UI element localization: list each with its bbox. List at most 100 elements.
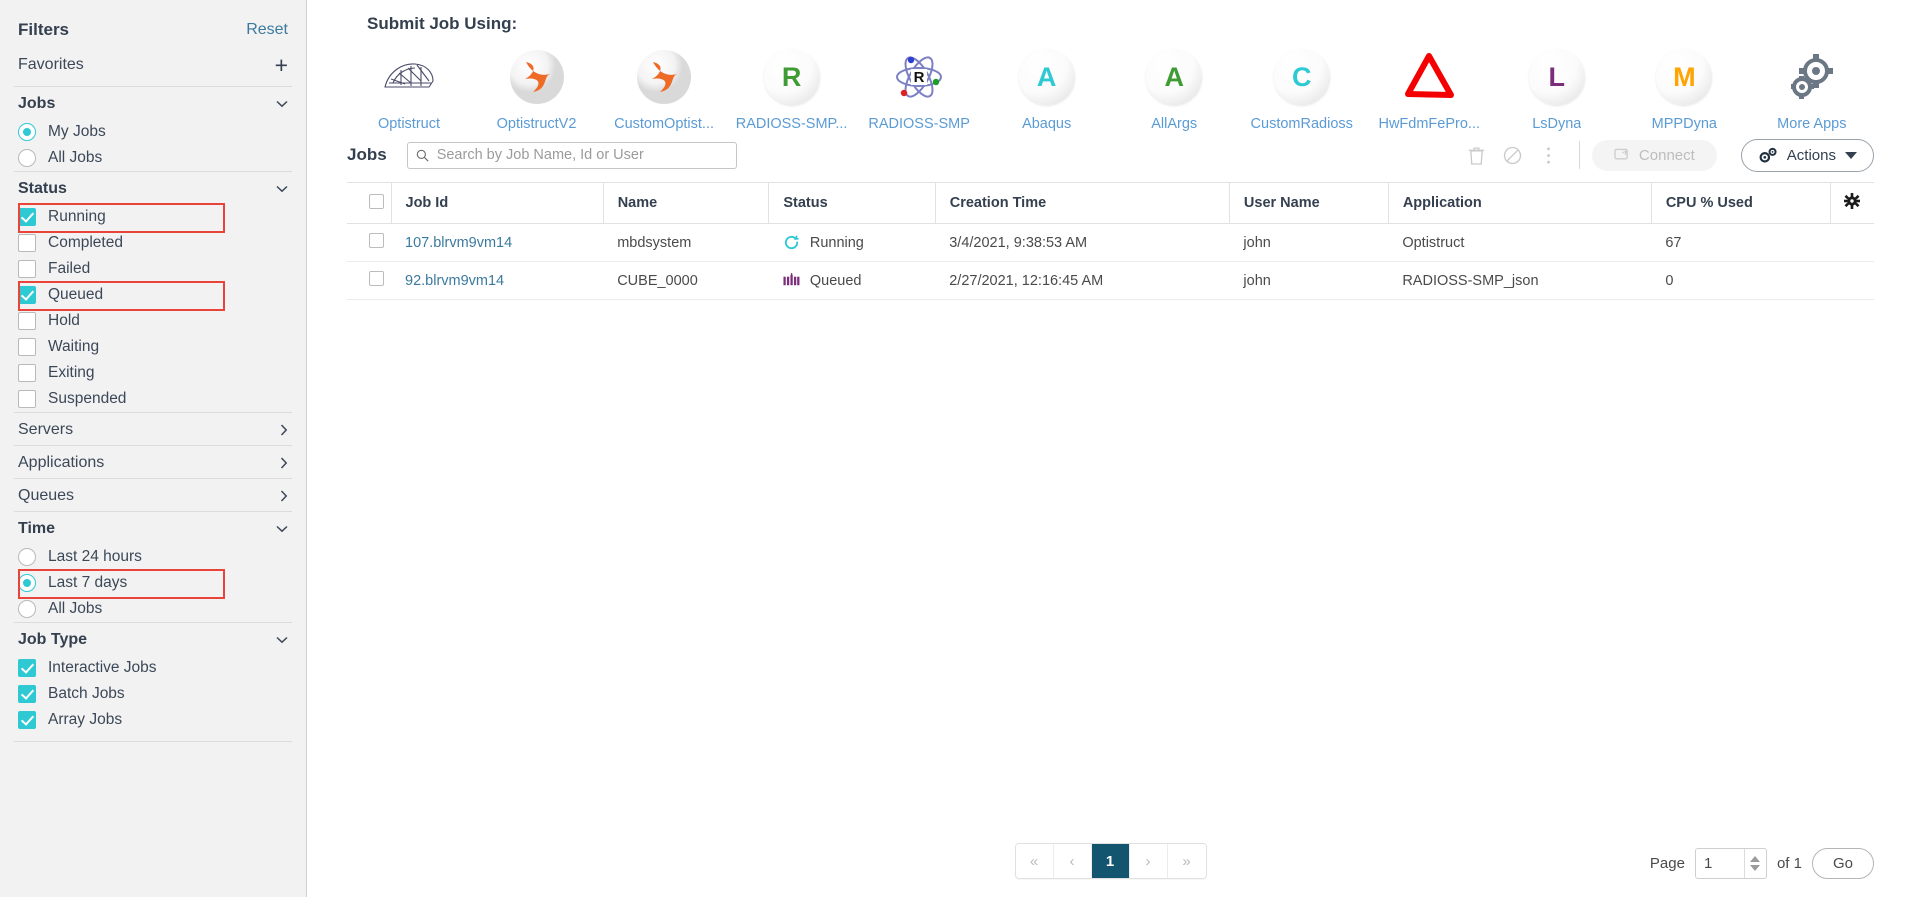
- column-header-jobid[interactable]: Job Id: [390, 182, 604, 224]
- column-header-creationtime[interactable]: Creation Time: [934, 182, 1230, 224]
- chevron-right-icon[interactable]: [280, 457, 288, 469]
- ban-icon[interactable]: [1495, 138, 1531, 172]
- connect-button[interactable]: Connect: [1591, 139, 1717, 171]
- filter-option-all-jobs[interactable]: All Jobs: [14, 145, 292, 171]
- app-tile-radiosssmp[interactable]: R RADIOSS-SMP: [857, 48, 981, 132]
- section-header-time[interactable]: Time: [14, 512, 292, 544]
- column-header-status[interactable]: Status: [768, 182, 936, 224]
- column-header-cpuused[interactable]: CPU % Used: [1650, 182, 1830, 224]
- app-tile-allargs[interactable]: A AllArgs: [1112, 48, 1236, 132]
- filter-option-queued[interactable]: Queued: [14, 281, 292, 311]
- chevron-right-icon[interactable]: [280, 490, 288, 502]
- filter-option-all-jobs[interactable]: All Jobs: [14, 596, 292, 622]
- page-number-stepper[interactable]: [1694, 848, 1767, 879]
- checkbox-unchecked-icon[interactable]: [18, 260, 36, 278]
- mesh-structure-icon: [384, 63, 434, 88]
- search-box[interactable]: [406, 141, 737, 169]
- row-checkbox[interactable]: [369, 233, 384, 248]
- go-button[interactable]: Go: [1811, 848, 1874, 879]
- section-header-job-type[interactable]: Job Type: [14, 623, 292, 655]
- filter-option-batch-jobs[interactable]: Batch Jobs: [14, 681, 292, 707]
- filter-option-hold[interactable]: Hold: [14, 308, 292, 334]
- app-tile-radiosssmp[interactable]: R RADIOSS-SMP...: [730, 48, 854, 132]
- page-label: Page: [1649, 855, 1685, 872]
- checkbox-unchecked-icon[interactable]: [18, 312, 36, 330]
- spinner-up-icon[interactable]: [1750, 856, 1761, 862]
- app-tile-optistructv2[interactable]: OptistructV2: [475, 48, 599, 132]
- filter-option-running[interactable]: Running: [14, 203, 292, 233]
- radio-selected-icon[interactable]: [18, 574, 36, 592]
- job-id-link[interactable]: 92.blrvm9vm14: [405, 273, 504, 289]
- filter-option-array-jobs[interactable]: Array Jobs: [14, 707, 292, 733]
- filter-option-last-7-days[interactable]: Last 7 days: [14, 569, 292, 599]
- chevron-right-icon[interactable]: [280, 424, 288, 436]
- radio-unselected-icon[interactable]: [18, 149, 36, 167]
- app-tile-lsdyna[interactable]: L LsDyna: [1495, 48, 1619, 132]
- filter-option-waiting[interactable]: Waiting: [14, 334, 292, 360]
- pagination-first[interactable]: «: [1015, 844, 1054, 878]
- app-tile-abaqus[interactable]: A Abaqus: [985, 48, 1109, 132]
- app-tile-customradioss[interactable]: C CustomRadioss: [1240, 48, 1364, 132]
- section-header-servers[interactable]: Servers: [14, 413, 292, 445]
- checkbox-checked-icon[interactable]: [18, 685, 36, 703]
- section-header-queues[interactable]: Queues: [14, 479, 292, 511]
- filter-option-suspended[interactable]: Suspended: [14, 386, 292, 412]
- app-tile-mppdyna[interactable]: M MPPDyna: [1622, 48, 1746, 132]
- filter-option-exiting[interactable]: Exiting: [14, 360, 292, 386]
- section-header-jobs[interactable]: Jobs: [14, 87, 292, 119]
- option-label: Failed: [48, 260, 91, 277]
- row-checkbox[interactable]: [369, 271, 384, 286]
- select-all-checkbox[interactable]: [369, 193, 384, 209]
- checkbox-unchecked-icon[interactable]: [18, 390, 36, 408]
- chevron-down-icon[interactable]: [276, 525, 288, 533]
- kebab-menu-icon[interactable]: [1531, 138, 1567, 172]
- radio-unselected-icon[interactable]: [18, 600, 36, 618]
- checkbox-unchecked-icon[interactable]: [18, 338, 36, 356]
- app-tile-moreapps[interactable]: More Apps: [1750, 48, 1874, 132]
- radio-selected-icon[interactable]: [18, 123, 36, 141]
- red-triangle-icon: [1405, 53, 1455, 98]
- section-header-status[interactable]: Status: [14, 172, 292, 204]
- filter-option-my-jobs[interactable]: My Jobs: [14, 119, 292, 145]
- checkbox-checked-icon[interactable]: [18, 659, 36, 677]
- section-header-applications[interactable]: Applications: [14, 446, 292, 478]
- column-header-username[interactable]: User Name: [1228, 182, 1389, 224]
- chevron-down-icon[interactable]: [276, 636, 288, 644]
- app-tile-hwfdmfepro[interactable]: HwFdmFePro...: [1367, 48, 1491, 132]
- radio-unselected-icon[interactable]: [18, 548, 36, 566]
- pagination-last[interactable]: »: [1167, 844, 1206, 878]
- app-icon-wrap: A: [1145, 48, 1203, 106]
- checkbox-checked-icon[interactable]: [18, 711, 36, 729]
- pagination-page-1[interactable]: 1: [1091, 844, 1130, 878]
- filter-option-completed[interactable]: Completed: [14, 230, 292, 256]
- job-id-link[interactable]: 107.blrvm9vm14: [405, 235, 512, 251]
- checkbox-checked-icon[interactable]: [18, 286, 36, 304]
- gear-icon[interactable]: [1844, 193, 1861, 209]
- app-tile-customoptist[interactable]: CustomOptist...: [602, 48, 726, 132]
- checkbox-unchecked-icon[interactable]: [18, 234, 36, 252]
- page-number-input[interactable]: [1695, 855, 1744, 872]
- checkbox-checked-icon[interactable]: [18, 208, 36, 226]
- checkbox-unchecked-icon[interactable]: [18, 364, 36, 382]
- trash-icon[interactable]: [1459, 138, 1495, 172]
- column-header-application[interactable]: Application: [1387, 182, 1652, 224]
- reset-filters-link[interactable]: Reset: [246, 21, 288, 39]
- app-tile-optistruct[interactable]: Optistruct: [347, 48, 471, 132]
- chevron-down-icon[interactable]: [276, 100, 288, 108]
- filter-option-interactive-jobs[interactable]: Interactive Jobs: [14, 655, 292, 681]
- pagination-next[interactable]: ›: [1129, 844, 1168, 878]
- add-favorite-icon[interactable]: +: [275, 54, 288, 77]
- actions-button[interactable]: Actions: [1740, 138, 1874, 172]
- column-header-name[interactable]: Name: [602, 182, 769, 224]
- table-row[interactable]: 107.blrvm9vm14 mbdsystem Running 3/4/2021, …: [347, 223, 1874, 262]
- favorites-row[interactable]: Favorites +: [14, 52, 292, 86]
- filter-option-last-24-hours[interactable]: Last 24 hours: [14, 544, 292, 570]
- page-spinner[interactable]: [1743, 849, 1766, 878]
- filter-option-failed[interactable]: Failed: [14, 256, 292, 282]
- spinner-down-icon[interactable]: [1750, 865, 1761, 871]
- pagination-prev[interactable]: ‹: [1053, 844, 1092, 878]
- app-label: HwFdmFePro...: [1378, 116, 1480, 132]
- table-row[interactable]: 92.blrvm9vm14 CUBE_0000 Queued 2/27/2021, 1…: [347, 261, 1874, 300]
- search-input[interactable]: [434, 146, 728, 164]
- chevron-down-icon[interactable]: [276, 185, 288, 193]
